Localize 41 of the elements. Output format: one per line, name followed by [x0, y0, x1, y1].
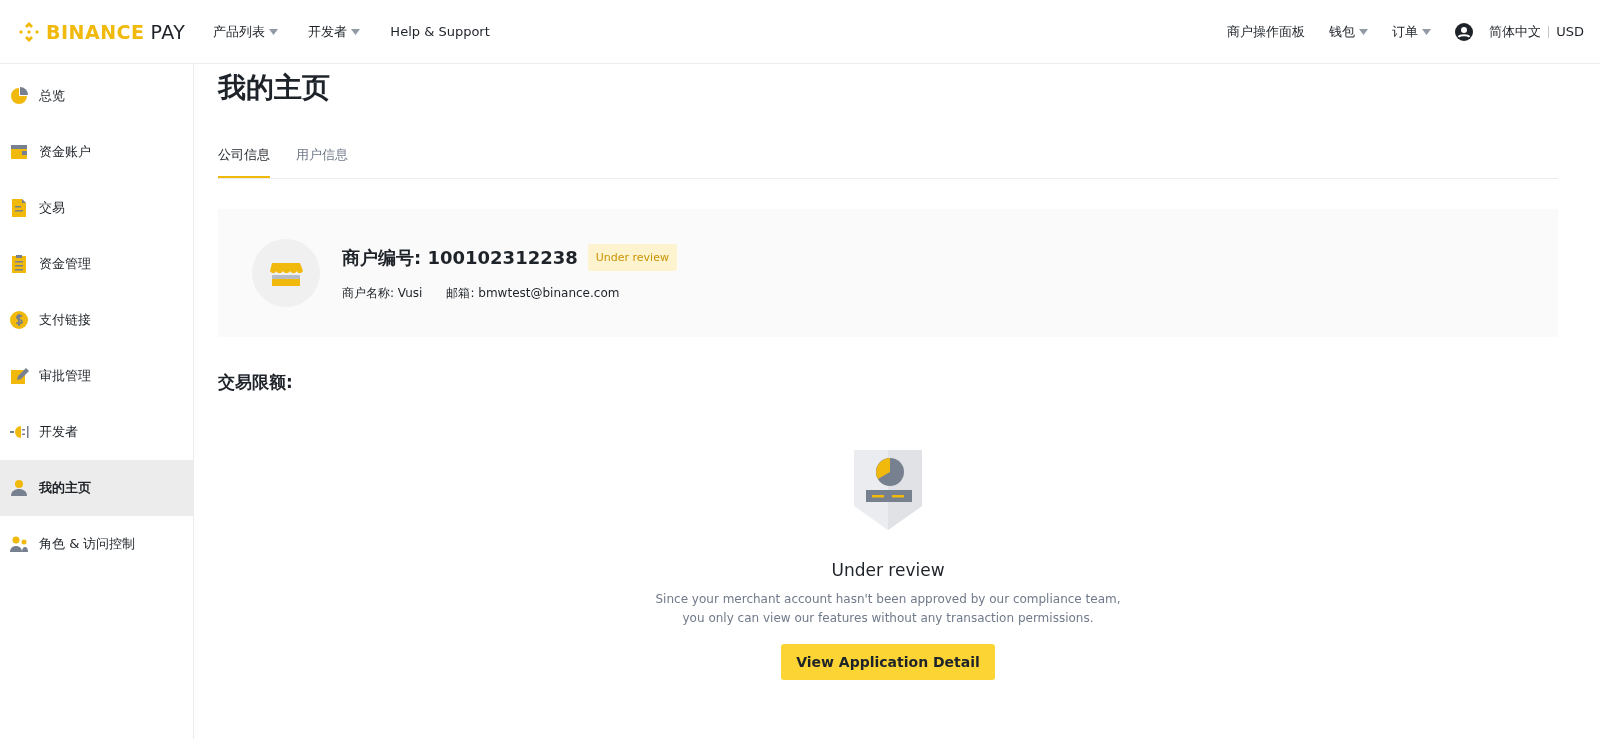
user-icon — [9, 478, 29, 498]
sidebar-item[interactable]: 开发者 — [0, 404, 193, 460]
nav-menu-item[interactable]: 商户操作面板 — [1227, 22, 1306, 41]
clipboard-list-icon — [9, 254, 29, 274]
nav-menu-item[interactable]: 产品列表 — [213, 18, 279, 45]
nav-menu-item[interactable]: 订单 — [1392, 22, 1432, 41]
sidebar-item[interactable]: 角色 & 访问控制 — [0, 516, 193, 572]
logo-brand-text: BINANCE — [46, 20, 145, 43]
merchant-id: 商户编号: 100102312238 — [342, 245, 578, 270]
empty-state-description: Since your merchant account hasn't been approved by our compliance team, you only can view our features without any transaction permissions. — [655, 591, 1121, 627]
language-selector[interactable]: 简体中文 — [1489, 22, 1542, 41]
sidebar-item[interactable]: 交易 — [0, 180, 193, 236]
logo-icon — [18, 20, 40, 43]
users-icon — [9, 534, 29, 554]
storefront-icon — [252, 239, 320, 307]
merchant-email: 邮箱: bmwtest@binance.com — [446, 285, 620, 302]
nav-menu-item[interactable]: 开发者 — [308, 18, 361, 45]
document-icon — [9, 198, 29, 218]
logo-product-text: PAY — [150, 20, 186, 43]
empty-state-title: Under review — [831, 560, 945, 580]
status-badge: Under review — [587, 244, 677, 271]
page-title: 我的主页 — [218, 70, 330, 106]
sidebar-item[interactable]: 资金账户 — [0, 124, 193, 180]
merchant-name: 商户名称: Vusi — [342, 285, 423, 302]
sidebar-item[interactable]: 审批管理 — [0, 348, 193, 404]
section-heading: 交易限额: — [218, 371, 293, 394]
sidebar-item[interactable]: 我的主页 — [0, 460, 193, 516]
tab[interactable]: 公司信息 — [218, 136, 270, 178]
pie-chart-icon — [9, 86, 29, 106]
currency-selector[interactable]: USD — [1556, 24, 1584, 39]
sidebar-item[interactable]: 支付链接 — [0, 292, 193, 348]
tab[interactable]: 用户信息 — [296, 136, 348, 178]
pencil-square-icon — [9, 366, 29, 386]
wallet-icon — [9, 142, 29, 162]
nav-menu-item[interactable]: Help & Support — [390, 20, 490, 43]
sidebar-item[interactable]: 资金管理 — [0, 236, 193, 292]
sidebar-item[interactable]: 总览 — [0, 68, 193, 124]
account-icon[interactable] — [1455, 22, 1474, 41]
view-application-button[interactable]: View Application Detail — [781, 644, 995, 680]
dollar-coin-icon — [9, 310, 29, 330]
nav-menu-item[interactable]: 钱包 — [1329, 22, 1369, 41]
